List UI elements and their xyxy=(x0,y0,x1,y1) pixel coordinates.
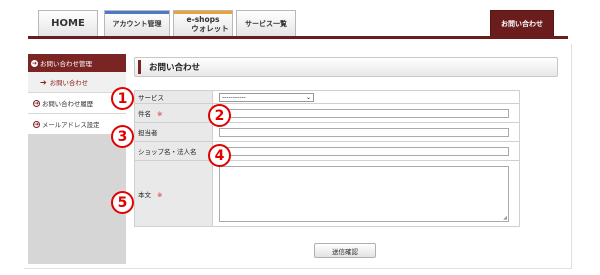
form-row-shop: ショップ名・法人名 xyxy=(134,141,520,161)
tab-home[interactable]: HOME xyxy=(38,10,98,36)
sidebar-item-contact[interactable]: ➔ お問い合わせ xyxy=(28,72,126,93)
tab-account[interactable]: アカウント管理 xyxy=(104,10,170,36)
tab-eshops-line2: ウォレット xyxy=(191,23,229,33)
form-row-body: 本文 ※ ◢ xyxy=(134,160,520,227)
body-label: 本文 ※ xyxy=(134,160,213,227)
sidebar-header: ➔ お問い合わせ管理 xyxy=(28,54,126,72)
circle-arrow-icon: ➔ xyxy=(33,120,40,128)
top-nav: HOME アカウント管理 e-shops ウォレット サービス一覧 お問い合わせ xyxy=(28,10,568,38)
subject-input[interactable] xyxy=(219,108,509,118)
submit-confirm-button[interactable]: 送信確認 xyxy=(314,243,376,258)
subject-label: 件名 ※ xyxy=(134,103,213,123)
callout-3: 3 xyxy=(111,125,134,148)
callout-1: 1 xyxy=(111,87,134,110)
form-row-contact-person: 担当者 xyxy=(134,122,520,142)
tab-eshops-wallet[interactable]: e-shops ウォレット xyxy=(173,10,233,36)
sidebar: ➔ お問い合わせ管理 ➔ お問い合わせ ➔ お問い合わせ履歴 ➔ メールアドレス… xyxy=(28,54,126,264)
callout-2: 2 xyxy=(208,104,231,127)
tab-eshops-line1: e-shops xyxy=(186,14,220,24)
service-label: サービス xyxy=(134,90,213,104)
callout-4: 4 xyxy=(208,144,231,167)
contact-form: サービス ----------- ⌄ 件名 ※ 担当者 ショップ名・法人名 本文 ※… xyxy=(134,90,520,227)
tab-service-list[interactable]: サービス一覧 xyxy=(236,10,296,36)
circle-arrow-icon: ➔ xyxy=(31,59,38,67)
arrow-right-icon: ➔ xyxy=(40,77,47,87)
panel-title: お問い合わせ xyxy=(134,57,558,77)
form-row-service: サービス ----------- ⌄ xyxy=(134,90,520,104)
body-textarea[interactable]: ◢ xyxy=(219,165,509,222)
shop-label: ショップ名・法人名 xyxy=(134,141,213,161)
required-mark: ※ xyxy=(157,190,163,199)
shop-name-input[interactable] xyxy=(219,146,509,156)
circle-arrow-icon: ➔ xyxy=(33,99,40,107)
tab-accent xyxy=(174,11,232,14)
callout-5: 5 xyxy=(111,191,134,214)
nav-underline xyxy=(28,36,568,39)
chevron-down-icon: ⌄ xyxy=(305,93,311,101)
service-select[interactable]: ----------- ⌄ xyxy=(219,92,314,102)
resize-grip-icon[interactable]: ◢ xyxy=(503,215,507,221)
form-row-subject: 件名 ※ xyxy=(134,103,520,123)
contact-person-input[interactable] xyxy=(219,127,509,137)
title-accent-bar xyxy=(138,60,141,74)
required-mark: ※ xyxy=(157,110,163,118)
contact-person-label: 担当者 xyxy=(134,122,213,142)
tab-accent xyxy=(105,11,169,14)
tab-contact[interactable]: お問い合わせ xyxy=(490,10,554,38)
